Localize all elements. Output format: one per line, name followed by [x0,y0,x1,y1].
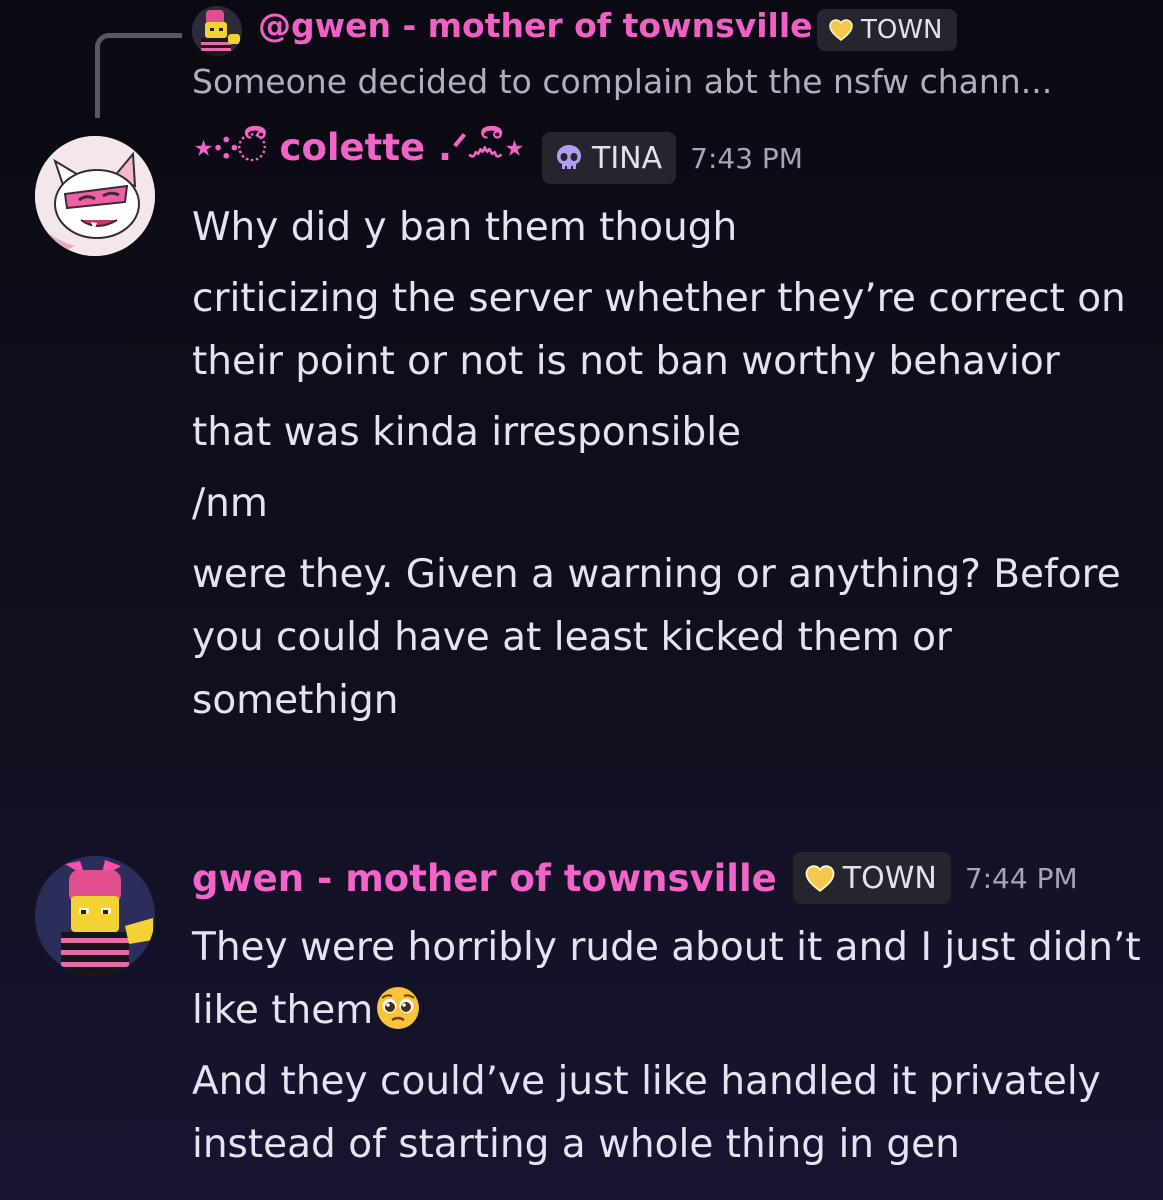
message-line-text: They were horribly rude about it and I j… [192,925,1141,1033]
message-group: ⋆༶ී colette .ᐟ෴ී⋆ TINA 7:43 PM Why did y… [0,126,1163,798]
message-line[interactable]: And they could’ve just like handled it p… [192,1050,1142,1176]
message-timestamp: 7:44 PM [964,861,1078,895]
reply-role-tag[interactable]: TOWN [817,9,957,51]
role-label: TOWN [842,860,937,896]
message-body: They were horribly rude about it and I j… [192,916,1142,1184]
message-line[interactable]: They were horribly rude about it and I j… [192,916,1142,1042]
reply-reference[interactable]: @gwen - mother of townsville TOWN Someon… [95,0,1155,118]
reply-preview-text[interactable]: Someone decided to complain abt the nsfw… [192,62,1152,101]
message-line[interactable]: were they. Given a warning or anything? … [192,543,1142,732]
message-line[interactable]: Why did y ban them though [192,196,1142,259]
message-body: Why did y ban them though criticizing th… [192,196,1142,740]
role-tag[interactable]: TOWN [792,852,951,904]
chat-view: @gwen - mother of townsville TOWN Someon… [0,0,1163,1200]
reply-avatar[interactable] [192,6,242,56]
reply-author-name[interactable]: @gwen - mother of townsville [258,6,813,45]
message-group: gwen - mother of townsville TOWN 7:44 PM… [0,848,1163,1188]
heart-icon [829,19,853,41]
user-avatar[interactable] [35,856,155,976]
role-label: TINA [592,140,663,176]
message-header: gwen - mother of townsville TOWN 7:44 PM [192,848,1078,908]
message-line[interactable]: that was kinda irresponsible [192,401,1142,464]
reply-role-label: TOWN [861,15,943,45]
message-header: ⋆༶ී colette .ᐟ෴ී⋆ TINA 7:43 PM [192,126,803,188]
role-tag[interactable]: TINA [542,132,677,184]
author-name[interactable]: gwen - mother of townsville [192,857,777,900]
reply-connector-line [95,33,182,118]
user-avatar[interactable] [35,136,155,256]
message-line[interactable]: /nm [192,472,1142,535]
message-line[interactable]: criticizing the server whether they’re c… [192,267,1142,393]
heart-icon [805,864,835,892]
author-name[interactable]: ⋆༶ී colette .ᐟ෴ී⋆ [192,106,526,210]
skull-icon [557,145,581,169]
message-timestamp: 7:43 PM [690,141,803,175]
pleading-face-emoji-icon [377,987,420,1029]
